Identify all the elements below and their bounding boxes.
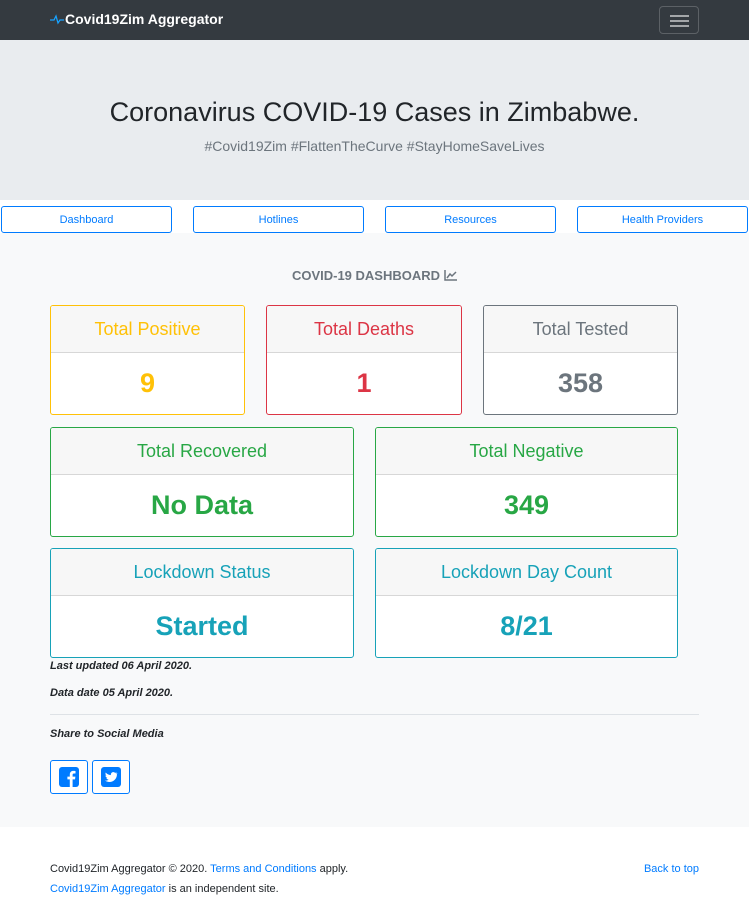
card-label: Total Tested [484, 306, 677, 353]
hamburger-icon-line [670, 20, 689, 22]
footer-line-2: Covid19Zim Aggregator is an independent … [50, 883, 279, 895]
dashboard-heading: COVID-19 DASHBOARD [0, 268, 749, 283]
brand-link[interactable]: Covid19Zim Aggregator [50, 11, 223, 27]
card-label: Total Deaths [267, 306, 461, 353]
section-nav: Dashboard Hotlines Resources Health Prov… [0, 200, 749, 233]
card-label: Total Negative [376, 428, 677, 475]
apply-text: apply. [319, 863, 349, 875]
card-value: 8/21 [500, 611, 553, 641]
dashboard-section: COVID-19 DASHBOARD Total Positive 9 Tota… [0, 233, 749, 827]
hamburger-icon-line [670, 25, 689, 27]
terms-link[interactable]: Terms and Conditions [210, 863, 316, 875]
card-value: 358 [557, 368, 604, 398]
twitter-icon [101, 767, 121, 787]
data-date-text: Data date 05 April 2020. [50, 687, 174, 699]
card-value: Started [155, 611, 249, 641]
back-to-top-link[interactable]: Back to top [644, 863, 699, 875]
card-total-positive: Total Positive 9 [50, 305, 245, 415]
tab-health-providers[interactable]: Health Providers [577, 206, 748, 233]
card-value: 349 [503, 490, 550, 520]
card-total-tested: Total Tested 358 [483, 305, 678, 415]
site-link[interactable]: Covid19Zim Aggregator [50, 883, 166, 895]
facebook-icon [59, 767, 79, 787]
navbar: Covid19Zim Aggregator [0, 0, 749, 40]
brand-text: Covid19Zim Aggregator [65, 11, 224, 27]
last-updated-text: Last updated 06 April 2020. [50, 660, 193, 672]
heartbeat-icon [50, 14, 64, 25]
footer: Covid19Zim Aggregator © 2020. Terms and … [0, 827, 749, 900]
card-label: Total Positive [51, 306, 244, 353]
card-total-deaths: Total Deaths 1 [266, 305, 462, 415]
dashboard-title: COVID-19 DASHBOARD [291, 268, 441, 283]
hamburger-icon [670, 15, 689, 17]
chart-line-icon [444, 270, 458, 281]
facebook-share-button[interactable] [50, 760, 88, 794]
page-title: Coronavirus COVID-19 Cases in Zimbabwe. [109, 97, 640, 127]
menu-toggle-button[interactable] [659, 6, 699, 34]
footer-line-1: Covid19Zim Aggregator © 2020. Terms and … [50, 863, 348, 875]
card-total-negative: Total Negative 349 [375, 427, 678, 537]
card-value: 1 [356, 368, 372, 398]
card-lockdown-day-count: Lockdown Day Count 8/21 [375, 548, 678, 658]
hashtags: #Covid19Zim #FlattenTheCurve #StayHomeSa… [204, 138, 545, 154]
independent-text: is an independent site. [168, 883, 279, 895]
card-label: Lockdown Status [51, 549, 353, 596]
copyright-text: Covid19Zim Aggregator © 2020. [50, 863, 208, 875]
card-total-recovered: Total Recovered No Data [50, 427, 354, 537]
twitter-share-button[interactable] [92, 760, 130, 794]
tab-resources[interactable]: Resources [385, 206, 556, 233]
card-lockdown-status: Lockdown Status Started [50, 548, 354, 658]
hero-banner: Coronavirus COVID-19 Cases in Zimbabwe. … [0, 40, 749, 200]
card-value: 9 [139, 368, 156, 398]
share-label: Share to Social Media [50, 728, 164, 740]
divider [50, 714, 699, 715]
card-value: No Data [150, 490, 253, 520]
card-label: Total Recovered [51, 428, 353, 475]
card-label: Lockdown Day Count [376, 549, 677, 596]
tab-dashboard[interactable]: Dashboard [1, 206, 172, 233]
tab-hotlines[interactable]: Hotlines [193, 206, 364, 233]
